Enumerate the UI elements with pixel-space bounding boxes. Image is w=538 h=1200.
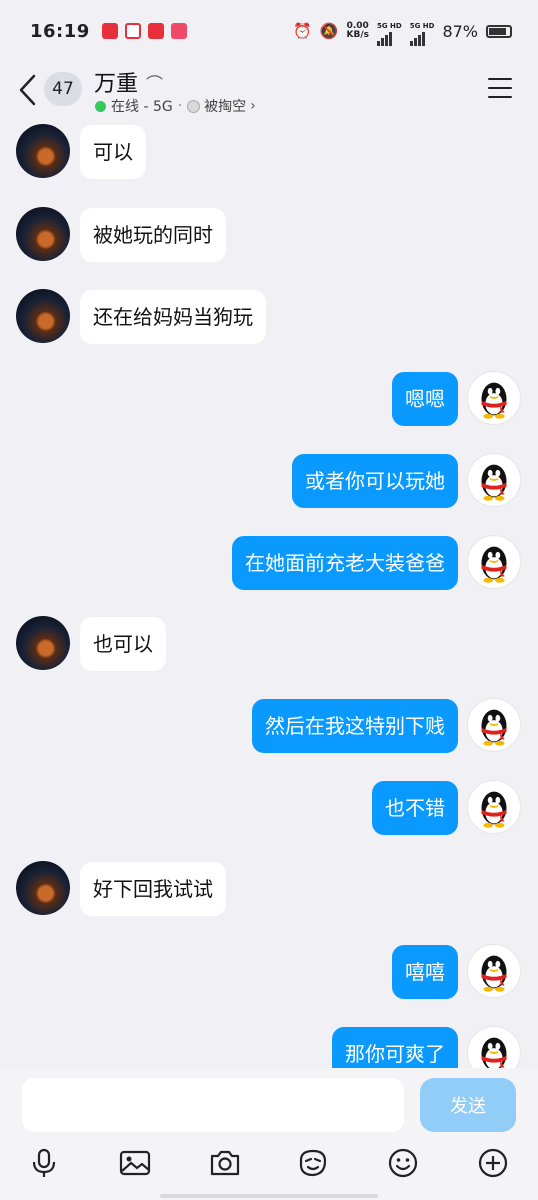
- signal-sim2: 5G HD: [409, 17, 435, 46]
- alarm-icon: ⏰: [293, 22, 312, 40]
- home-indicator[interactable]: [160, 1194, 378, 1198]
- my-avatar[interactable]: [467, 1026, 521, 1068]
- menu-icon[interactable]: [488, 78, 512, 100]
- message-bubble[interactable]: 嗯嗯: [392, 372, 458, 426]
- chevron-right-icon: ›: [250, 98, 256, 114]
- penguin-avatar-icon: [481, 382, 507, 419]
- message-row: 嘻嘻: [0, 944, 538, 1000]
- message-bubble[interactable]: 可以: [80, 125, 146, 179]
- presence-status[interactable]: 在线 - 5G · 被掏空 ›: [95, 96, 256, 116]
- signal-icon: [376, 31, 402, 46]
- message-bubble[interactable]: 在她面前充老大装爸爸: [232, 536, 458, 590]
- message-list[interactable]: 可以 被她玩的同时 还在给妈妈当狗玩 嗯嗯 或者你可以玩她 在她面前充老大装爸爸: [0, 120, 538, 1068]
- message-row: 嗯嗯: [0, 371, 538, 427]
- message-bubble[interactable]: 嘻嘻: [392, 945, 458, 999]
- my-avatar[interactable]: [467, 698, 521, 752]
- contact-avatar[interactable]: [16, 289, 70, 343]
- message-bubble[interactable]: 也可以: [80, 617, 166, 671]
- penguin-avatar-icon: [481, 709, 507, 746]
- microphone-icon[interactable]: [27, 1146, 61, 1180]
- app-notification-icon: [147, 23, 164, 39]
- online-status-text: 在线 - 5G: [111, 99, 173, 115]
- online-indicator-icon: [95, 100, 106, 112]
- camera-icon[interactable]: [208, 1146, 242, 1180]
- penguin-avatar-icon: [481, 955, 507, 992]
- message-row: 然后在我这特别下贱: [0, 698, 538, 754]
- mute-icon: 🔕: [319, 22, 339, 40]
- penguin-avatar-icon: [481, 791, 507, 828]
- penguin-avatar-icon: [481, 464, 507, 501]
- back-icon[interactable]: [16, 72, 40, 108]
- contact-avatar[interactable]: [16, 207, 70, 261]
- message-bubble[interactable]: 还在给妈妈当狗玩: [80, 290, 266, 344]
- message-row: 被她玩的同时: [0, 207, 538, 263]
- battery-icon: [486, 24, 512, 38]
- message-row: 也可以: [0, 616, 538, 672]
- separator-dot: ·: [177, 98, 183, 114]
- message-bubble[interactable]: 好下回我试试: [80, 862, 226, 916]
- activity-status-text: 被掏空: [204, 99, 247, 115]
- contact-avatar[interactable]: [16, 616, 70, 670]
- message-bubble[interactable]: 也不错: [372, 781, 458, 835]
- message-row: 在她面前充老大装爸爸: [0, 535, 538, 591]
- message-row: 或者你可以玩她: [0, 453, 538, 509]
- message-row: 那你可爽了: [0, 1026, 538, 1068]
- contact-name[interactable]: 万重: [94, 66, 138, 98]
- signal-sim1: 5G HD: [376, 17, 402, 46]
- contact-avatar[interactable]: [16, 861, 70, 915]
- notification-icons: [101, 23, 187, 39]
- message-bubble[interactable]: 然后在我这特别下贱: [252, 699, 458, 753]
- my-avatar[interactable]: [467, 453, 521, 507]
- message-row: 也不错: [0, 780, 538, 836]
- sticker-icon[interactable]: [296, 1146, 330, 1180]
- ear-icon[interactable]: ⌒: [146, 70, 163, 95]
- message-row: 好下回我试试: [0, 861, 538, 917]
- hotspot-icon: [124, 23, 141, 39]
- chat-header: 47 万重 ⌒ 在线 - 5G · 被掏空 ›: [0, 62, 538, 120]
- message-bubble[interactable]: 那你可爽了: [332, 1027, 458, 1068]
- penguin-avatar-icon: [481, 1037, 507, 1068]
- activity-icon: [187, 99, 201, 113]
- my-avatar[interactable]: [467, 780, 521, 834]
- image-icon[interactable]: [118, 1146, 152, 1180]
- contact-avatar[interactable]: [16, 124, 70, 178]
- message-row: 还在给妈妈当狗玩: [0, 289, 538, 345]
- status-time: 16:19: [30, 20, 90, 42]
- network-speed: 0.00 KB/s: [346, 21, 369, 40]
- unread-count-badge[interactable]: 47: [44, 72, 82, 106]
- emoji-icon[interactable]: [386, 1146, 420, 1180]
- my-avatar[interactable]: [467, 944, 521, 998]
- app-notification-icon: [101, 23, 118, 39]
- message-bubble[interactable]: 被她玩的同时: [80, 208, 226, 262]
- battery-percent: 87%: [442, 21, 478, 41]
- signal-icon: [409, 31, 435, 46]
- message-row: 可以: [0, 124, 538, 180]
- composer-bar: 发送: [0, 1068, 538, 1200]
- message-bubble[interactable]: 或者你可以玩她: [292, 454, 458, 508]
- app-notification-icon: [170, 23, 187, 39]
- penguin-avatar-icon: [481, 546, 507, 583]
- my-avatar[interactable]: [467, 371, 521, 425]
- my-avatar[interactable]: [467, 535, 521, 589]
- status-bar: 16:19 ⏰ 🔕 0.00 KB/s 5G HD 5G HD 87%: [0, 0, 538, 62]
- message-input[interactable]: [22, 1078, 404, 1132]
- plus-icon[interactable]: [476, 1146, 510, 1180]
- send-button[interactable]: 发送: [420, 1078, 516, 1132]
- status-indicators: ⏰ 🔕 0.00 KB/s 5G HD 5G HD 87%: [293, 17, 512, 46]
